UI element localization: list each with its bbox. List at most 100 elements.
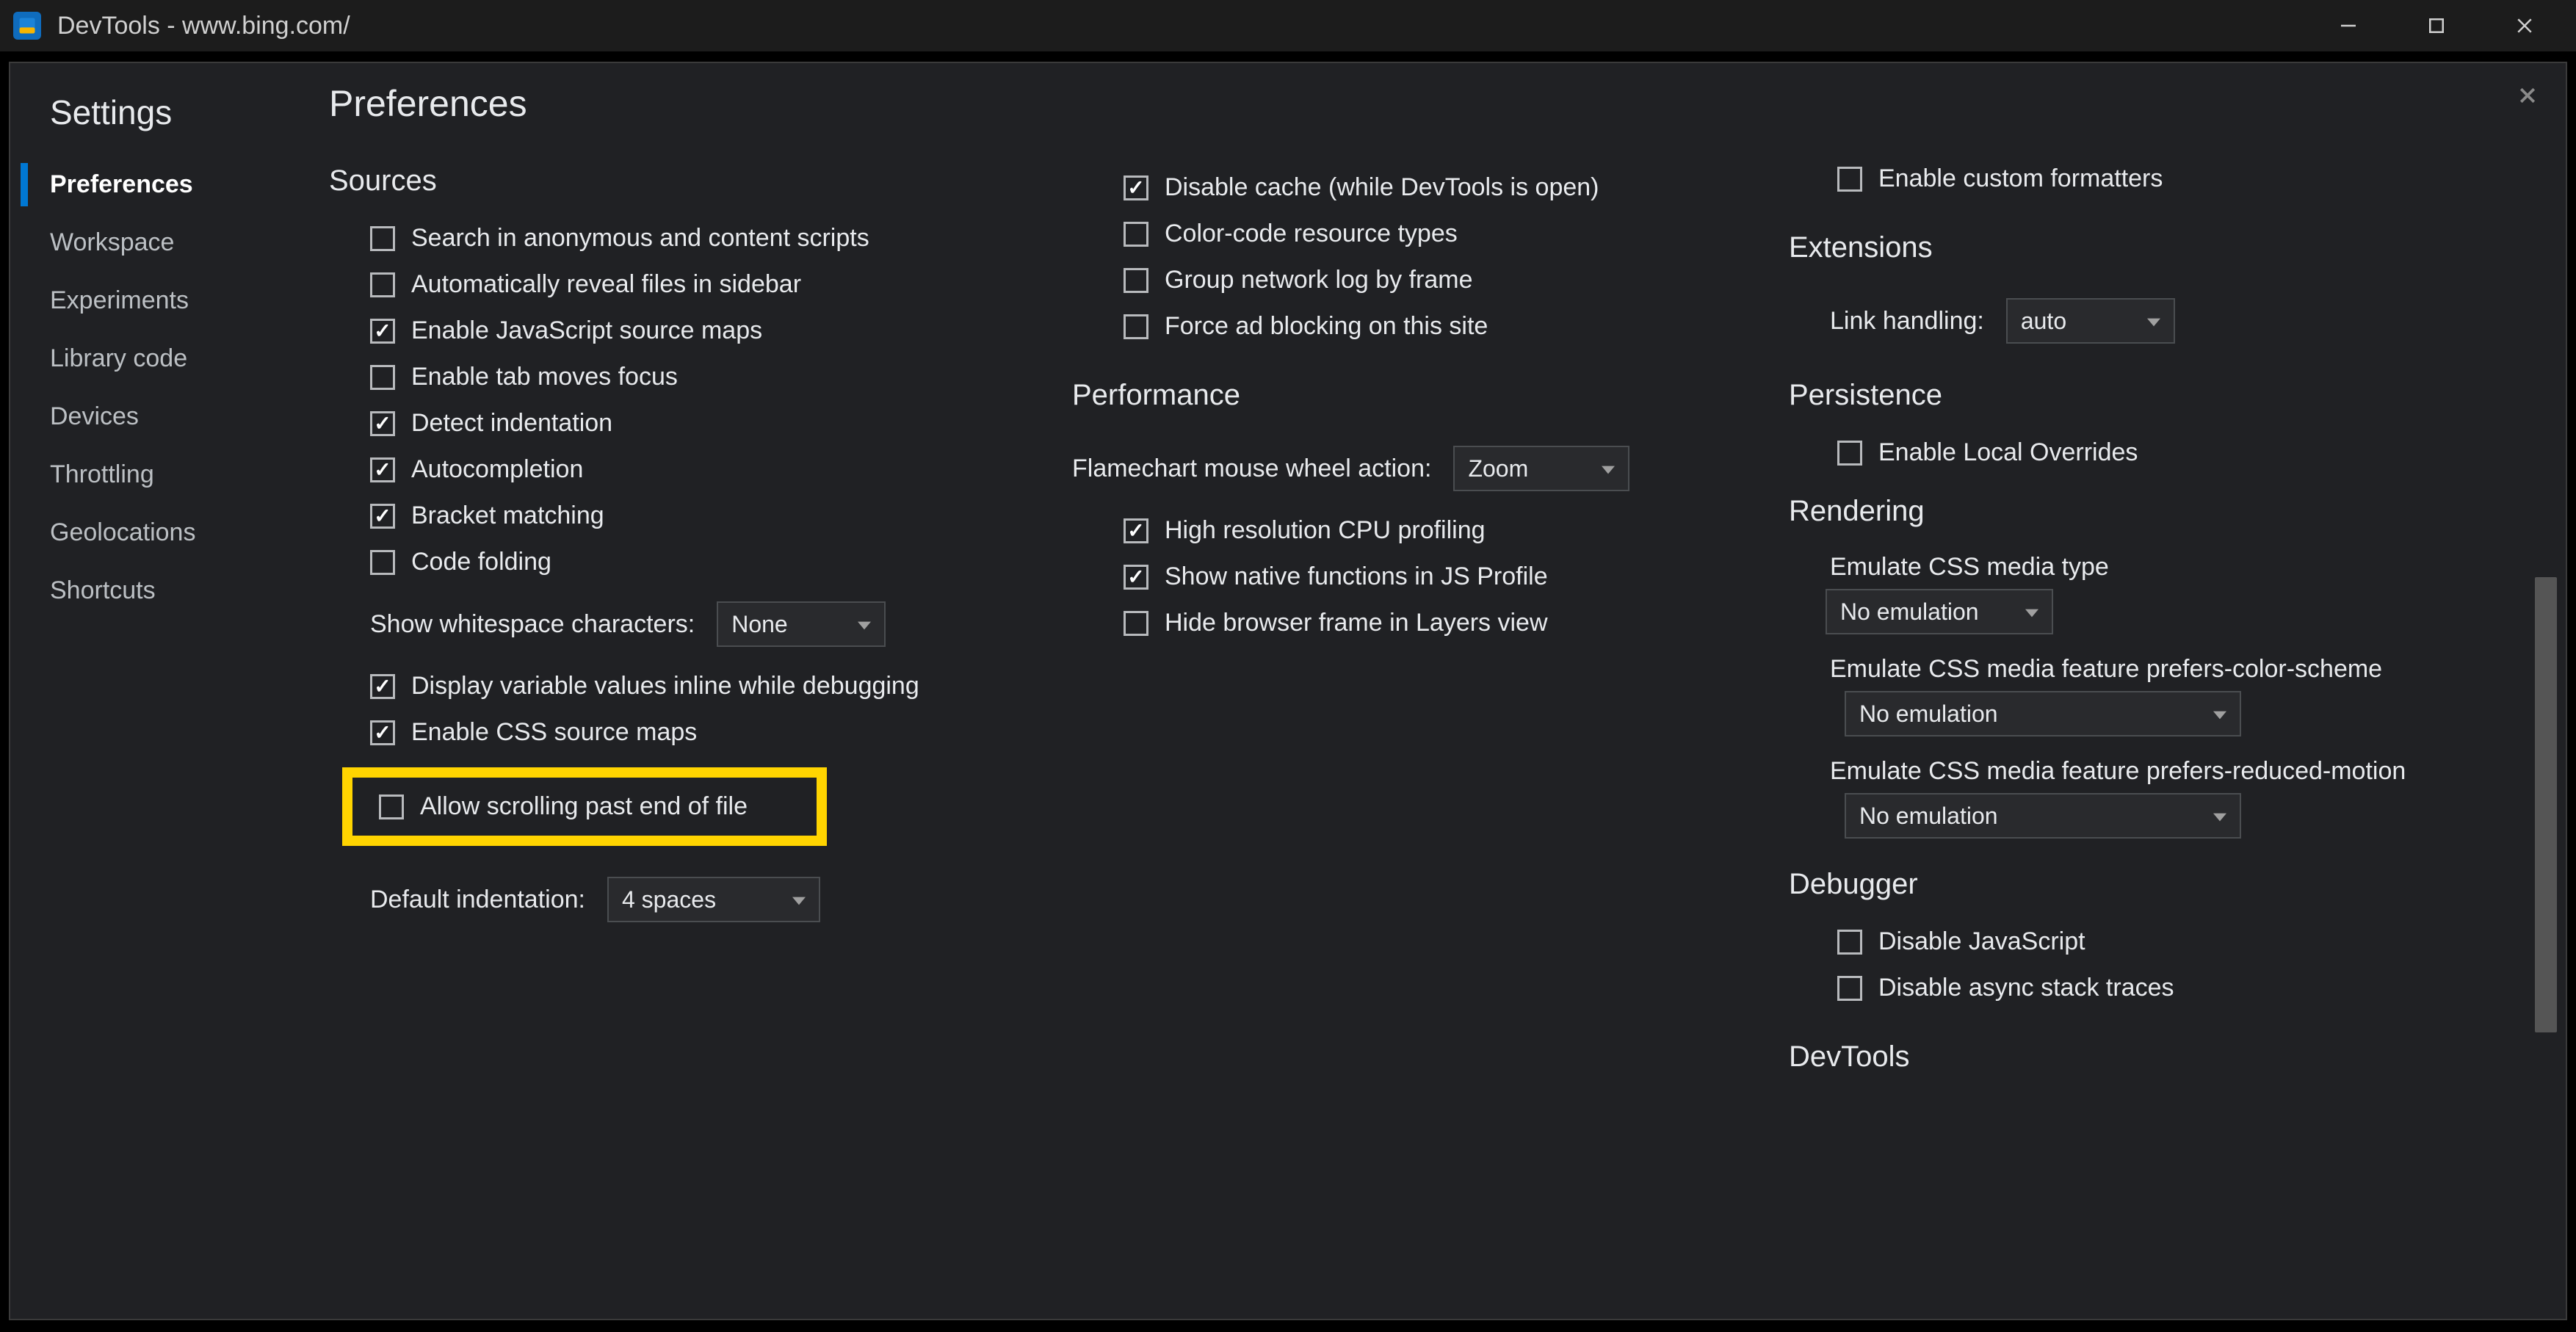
select-flame-wheel[interactable]: Zoom	[1453, 446, 1629, 491]
sidebar-item-shortcuts[interactable]: Shortcuts	[10, 562, 304, 620]
label-link-handling: Link handling:	[1830, 307, 1984, 336]
label-high-res-cpu: High resolution CPU profiling	[1165, 516, 1486, 545]
caret-down-icon	[2025, 598, 2038, 626]
section-sources-title: Sources	[329, 164, 1056, 198]
checkbox-force-adblock[interactable]	[1124, 314, 1148, 339]
label-local-overrides: Enable Local Overrides	[1878, 438, 2138, 467]
select-whitespace-value: None	[731, 611, 788, 638]
checkbox-disable-async[interactable]	[1837, 976, 1862, 1001]
label-group-by-frame: Group network log by frame	[1165, 266, 1473, 294]
label-var-inline: Display variable values inline while deb…	[411, 672, 919, 701]
sidebar-item-devices[interactable]: Devices	[10, 388, 304, 446]
label-force-adblock: Force ad blocking on this site	[1165, 312, 1488, 341]
section-debugger-title: Debugger	[1789, 868, 2536, 901]
select-default-indent-value: 4 spaces	[622, 886, 716, 913]
label-disable-async: Disable async stack traces	[1878, 974, 2174, 1002]
select-media-type-value: No emulation	[1840, 598, 1979, 626]
checkbox-var-inline[interactable]	[370, 674, 395, 699]
sidebar-item-preferences[interactable]: Preferences	[10, 156, 304, 214]
highlighted-option-scroll-past-eof: Allow scrolling past end of file	[342, 767, 827, 846]
label-detect-indent: Detect indentation	[411, 409, 612, 438]
select-media-type[interactable]: No emulation	[1826, 589, 2053, 634]
sidebar-item-label: Throttling	[50, 460, 154, 488]
settings-close-button[interactable]	[2511, 79, 2544, 112]
label-disable-cache: Disable cache (while DevTools is open)	[1165, 173, 1599, 202]
sidebar-item-experiments[interactable]: Experiments	[10, 272, 304, 330]
label-reduced-motion: Emulate CSS media feature prefers-reduce…	[1830, 750, 2536, 793]
checkbox-native-funcs[interactable]	[1124, 565, 1148, 590]
section-extensions-title: Extensions	[1789, 231, 2536, 264]
label-flame-wheel: Flamechart mouse wheel action:	[1072, 455, 1431, 483]
section-persistence-title: Persistence	[1789, 379, 2536, 412]
label-tab-moves-focus: Enable tab moves focus	[411, 363, 678, 391]
checkbox-search-anon[interactable]	[370, 226, 395, 251]
sidebar-item-label: Experiments	[50, 286, 189, 314]
label-code-folding: Code folding	[411, 548, 551, 576]
titlebar: DevTools - www.bing.com/	[0, 0, 2576, 51]
titlebar-title: DevTools - www.bing.com/	[57, 12, 350, 40]
sidebar-item-workspace[interactable]: Workspace	[10, 214, 304, 272]
checkbox-js-sourcemaps[interactable]	[370, 319, 395, 344]
select-whitespace[interactable]: None	[717, 601, 886, 647]
select-default-indent[interactable]: 4 spaces	[607, 877, 820, 922]
checkbox-disable-js[interactable]	[1837, 930, 1862, 955]
section-rendering-title: Rendering	[1789, 495, 2536, 528]
section-performance-title: Performance	[1072, 379, 1779, 412]
sidebar-item-label: Library code	[50, 344, 187, 372]
checkbox-custom-formatters[interactable]	[1837, 167, 1862, 192]
select-link-handling[interactable]: auto	[2006, 298, 2175, 344]
checkbox-disable-cache[interactable]	[1124, 175, 1148, 200]
sidebar-item-geolocations[interactable]: Geolocations	[10, 504, 304, 562]
window-minimize-button[interactable]	[2304, 0, 2392, 51]
label-media-type: Emulate CSS media type	[1830, 546, 2536, 589]
checkbox-high-res-cpu[interactable]	[1124, 518, 1148, 543]
label-default-indent: Default indentation:	[370, 886, 585, 914]
checkbox-hide-browser-frame[interactable]	[1124, 611, 1148, 636]
checkbox-auto-reveal[interactable]	[370, 272, 395, 297]
sidebar-item-label: Shortcuts	[50, 576, 156, 604]
sidebar-item-label: Geolocations	[50, 518, 195, 546]
select-reduced-motion[interactable]: No emulation	[1845, 793, 2241, 839]
checkbox-bracket-matching[interactable]	[370, 504, 395, 529]
label-disable-js: Disable JavaScript	[1878, 927, 2085, 956]
sidebar-item-throttling[interactable]: Throttling	[10, 446, 304, 504]
select-reduced-motion-value: No emulation	[1859, 803, 1998, 830]
label-search-anon: Search in anonymous and content scripts	[411, 224, 869, 253]
label-js-sourcemaps: Enable JavaScript source maps	[411, 316, 762, 345]
sidebar-item-label: Preferences	[50, 170, 193, 198]
window-maximize-button[interactable]	[2392, 0, 2481, 51]
window-close-button[interactable]	[2481, 0, 2569, 51]
settings-main: Preferences Sources Search in anonymous …	[304, 63, 2566, 1319]
caret-down-icon	[2147, 308, 2160, 335]
page-title: Preferences	[329, 82, 2566, 125]
checkbox-detect-indent[interactable]	[370, 411, 395, 436]
checkbox-local-overrides[interactable]	[1837, 441, 1862, 466]
sidebar-item-library-code[interactable]: Library code	[10, 330, 304, 388]
label-css-sourcemaps: Enable CSS source maps	[411, 718, 697, 747]
settings-sidebar: Settings Preferences Workspace Experimen…	[10, 63, 304, 1319]
select-color-scheme-value: No emulation	[1859, 701, 1998, 728]
caret-down-icon	[858, 611, 871, 638]
scrollbar-thumb[interactable]	[2535, 577, 2557, 1032]
label-native-funcs: Show native functions in JS Profile	[1165, 562, 1548, 591]
caret-down-icon	[2213, 803, 2226, 830]
sidebar-item-label: Devices	[50, 402, 139, 430]
label-auto-reveal: Automatically reveal files in sidebar	[411, 270, 801, 299]
select-flame-wheel-value: Zoom	[1468, 455, 1528, 482]
checkbox-color-code-resources[interactable]	[1124, 222, 1148, 247]
label-color-scheme: Emulate CSS media feature prefers-color-…	[1830, 648, 2536, 691]
checkbox-tab-moves-focus[interactable]	[370, 365, 395, 390]
section-devtools-title: DevTools	[1789, 1040, 2536, 1074]
devtools-icon	[13, 12, 41, 40]
label-scroll-past-eof: Allow scrolling past end of file	[420, 792, 748, 821]
sidebar-item-label: Workspace	[50, 228, 174, 256]
checkbox-scroll-past-eof[interactable]	[379, 795, 404, 819]
label-autocompletion: Autocompletion	[411, 455, 583, 484]
checkbox-group-by-frame[interactable]	[1124, 268, 1148, 293]
select-link-handling-value: auto	[2021, 308, 2066, 335]
checkbox-autocompletion[interactable]	[370, 457, 395, 482]
checkbox-css-sourcemaps[interactable]	[370, 720, 395, 745]
select-color-scheme[interactable]: No emulation	[1845, 691, 2241, 736]
label-bracket-matching: Bracket matching	[411, 502, 604, 530]
checkbox-code-folding[interactable]	[370, 550, 395, 575]
